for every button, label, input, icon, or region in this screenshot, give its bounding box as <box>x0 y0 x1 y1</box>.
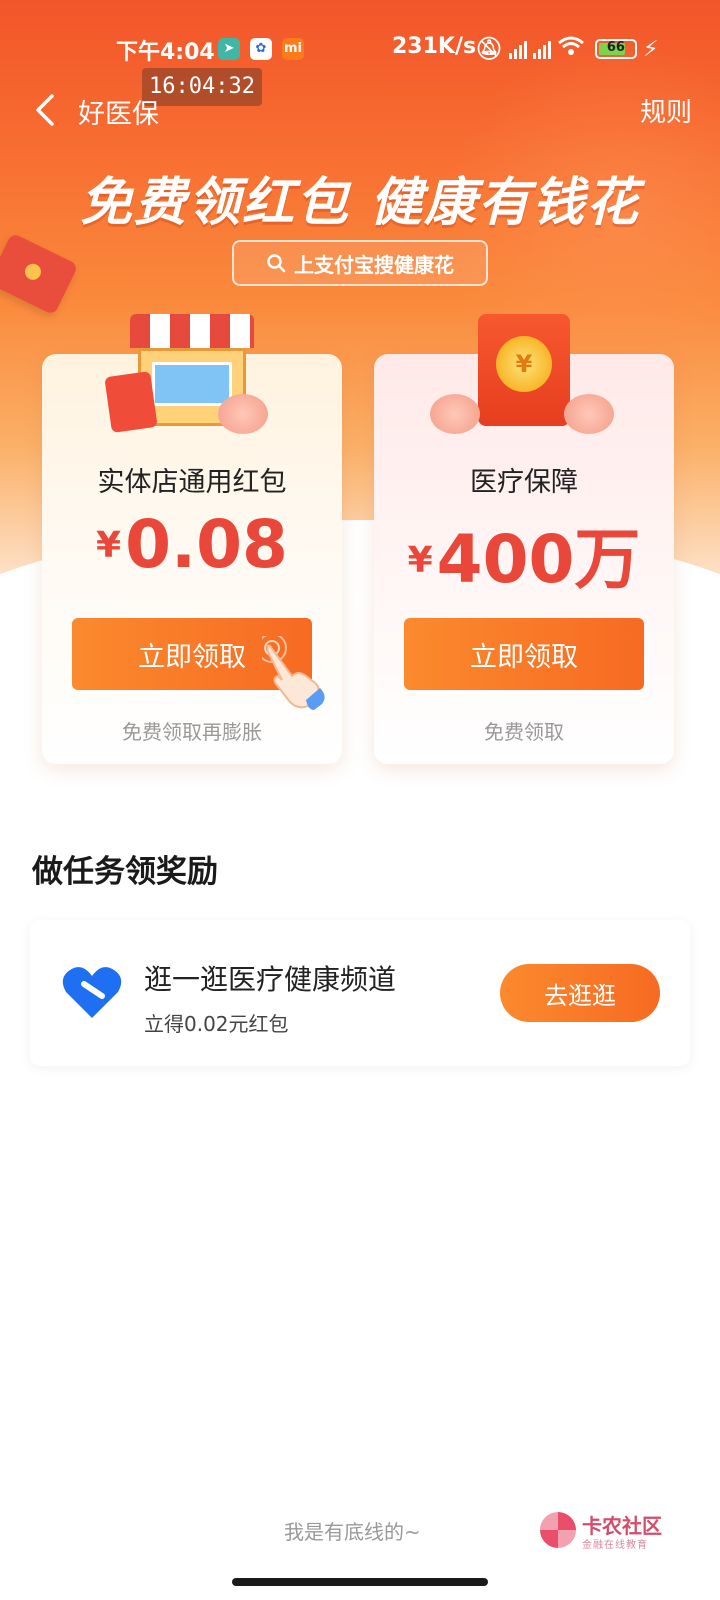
status-time: 下午4:04 <box>116 40 215 65</box>
signal-icon <box>508 39 527 59</box>
card-note: 免费领取再膨胀 <box>122 720 262 744</box>
task-title: 逛一逛医疗健康频道 <box>144 963 397 996</box>
hand-pointer-icon <box>257 633 332 712</box>
puff-decoration-icon <box>218 394 268 434</box>
search-hint: 上支付宝搜健康花 <box>232 240 488 286</box>
card-amount: ¥0.08 <box>42 506 342 583</box>
signal-icon-2 <box>532 39 551 59</box>
watermark-logo: 卡农社区 金融在线教育 <box>540 1510 670 1554</box>
watermark-title: 卡农社区 <box>582 1514 662 1538</box>
mute-bell-icon: 🔕︎ <box>475 36 503 62</box>
amount-value: 0.08 <box>125 506 288 583</box>
browse-task-button[interactable]: 去逛逛 <box>500 964 660 1022</box>
navigation-icon: ➤ <box>218 38 240 60</box>
battery-icon: 66 <box>594 39 637 59</box>
hero-slogan: 免费领红包 健康有钱花 <box>79 173 641 233</box>
search-icon <box>267 254 286 273</box>
currency-symbol: ¥ <box>407 540 433 581</box>
card-title: 医疗保障 <box>470 467 578 498</box>
status-bar: 下午4:04 ➤ ✿ mi 231K/s 🔕︎ 66 ⚡︎ <box>0 30 720 66</box>
health-heart-icon <box>62 964 122 1020</box>
card-note: 免费领取 <box>484 720 564 744</box>
wifi-icon <box>557 36 585 62</box>
red-envelope-illustration-icon: ¥ <box>478 314 570 426</box>
puff-decoration-icon <box>564 394 614 434</box>
status-icons: 🔕︎ 66 ⚡︎ <box>475 36 658 62</box>
page-title: 好医保 <box>78 99 159 130</box>
amount-value: 400万 <box>436 521 641 598</box>
network-speed: 231K/s <box>392 34 477 59</box>
overlay-clock: 16:04:32 <box>142 68 262 106</box>
medical-coverage-card: ¥ 医疗保障 ¥400万 立即领取 免费领取 <box>374 314 674 764</box>
flower-logo-icon <box>540 1512 576 1548</box>
puff-decoration-icon <box>430 394 480 434</box>
yen-coin-icon: ¥ <box>496 336 552 392</box>
task-section-heading: 做任务领奖励 <box>32 854 218 890</box>
back-button[interactable] <box>28 92 64 128</box>
task-reward: 立得0.02元红包 <box>144 1012 289 1036</box>
envelope-illustration-icon <box>104 371 158 433</box>
claim-medical-coverage-button[interactable]: 立即领取 <box>404 618 644 690</box>
home-indicator[interactable] <box>232 1578 488 1586</box>
chevron-left-icon <box>36 94 54 126</box>
mi-icon: mi <box>282 38 304 60</box>
search-hint-text: 上支付宝搜健康花 <box>294 252 454 277</box>
watermark-subtitle: 金融在线教育 <box>582 1540 648 1551</box>
rules-link[interactable]: 规则 <box>640 92 692 129</box>
baidu-icon: ✿ <box>250 38 272 60</box>
card-title: 实体店通用红包 <box>97 467 287 498</box>
battery-level: 66 <box>606 40 625 55</box>
end-of-list-text: 我是有底线的~ <box>284 1520 421 1544</box>
charging-icon: ⚡︎ <box>642 36 659 62</box>
currency-symbol: ¥ <box>96 525 122 566</box>
task-item: 逛一逛医疗健康频道 立得0.02元红包 去逛逛 <box>30 920 690 1066</box>
card-amount: ¥400万 <box>374 506 674 602</box>
